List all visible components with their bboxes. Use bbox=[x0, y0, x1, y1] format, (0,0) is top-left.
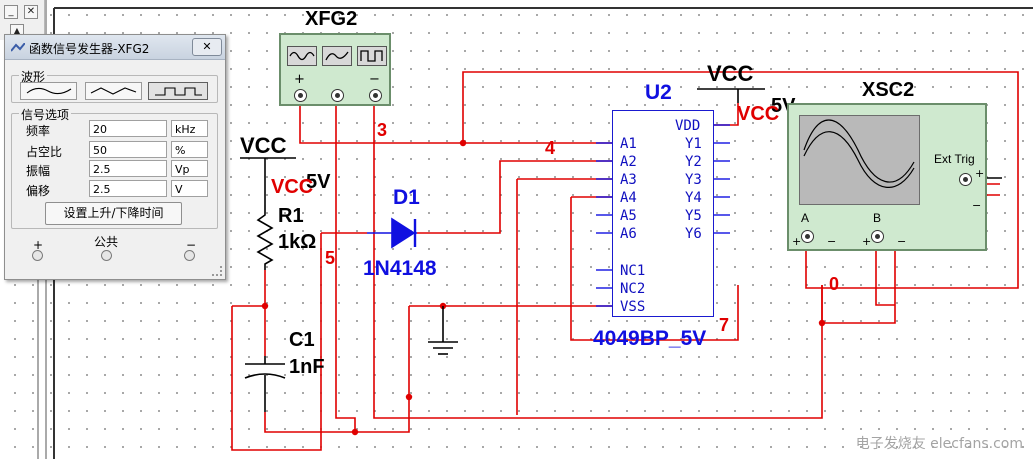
net-label-3: 3 bbox=[377, 120, 388, 140]
rise-fall-time-button[interactable]: 设置上升/下降时间 bbox=[45, 202, 182, 225]
triangle-wave-button[interactable] bbox=[85, 82, 142, 100]
oscilloscope-trace-icon bbox=[803, 119, 915, 188]
u2-pin-a2: A2 bbox=[620, 154, 637, 170]
minus-terminal[interactable] bbox=[184, 250, 195, 261]
square-wave-icon bbox=[360, 50, 383, 62]
net-label-5: 5 bbox=[325, 248, 336, 268]
u2-pin-y1: Y1 bbox=[685, 136, 702, 152]
u2-ref: U2 bbox=[645, 81, 672, 104]
amplitude-input[interactable]: 2.5 bbox=[89, 160, 167, 177]
u2-pin-nc2: NC2 bbox=[620, 281, 646, 297]
frequency-unit[interactable]: kHz bbox=[171, 120, 208, 137]
channel-a-minus: − bbox=[827, 235, 837, 248]
minimize-button[interactable]: _ bbox=[4, 5, 18, 19]
triangle-wave-icon bbox=[90, 87, 137, 95]
d1-part: 1N4148 bbox=[363, 257, 437, 280]
u2-pin-a6: A6 bbox=[620, 226, 637, 242]
offset-label: 偏移 bbox=[26, 184, 51, 198]
u2-pin-a3: A3 bbox=[620, 172, 637, 188]
function-generator-window[interactable]: 函数信号发生器-XFG2 ✕ 波形 信号选项 频率 20 kHz 占空比 50 … bbox=[4, 34, 226, 280]
square-wave-icon bbox=[155, 87, 202, 96]
net-label-0: 0 bbox=[829, 274, 840, 294]
plus-terminal[interactable] bbox=[32, 250, 43, 261]
net-label-4: 4 bbox=[545, 138, 556, 158]
u2-pin-a4: A4 bbox=[620, 190, 637, 206]
xfg2-common-terminal[interactable] bbox=[331, 89, 344, 102]
xsc2-label: XSC2 bbox=[862, 79, 915, 101]
net-label-7: 7 bbox=[719, 315, 730, 335]
sine-wave-button[interactable] bbox=[20, 82, 77, 100]
vcc-left-label: VCC bbox=[240, 133, 287, 158]
xfg2-plus-sign: + bbox=[294, 72, 305, 87]
ext-trig-minus: − bbox=[972, 199, 982, 212]
u2-pin-y6: Y6 bbox=[685, 226, 702, 242]
u2-pin-a1: A1 bbox=[620, 136, 637, 152]
watermark: 电子发烧友 elecfans.com bbox=[855, 436, 1023, 452]
ext-trig-plus: + bbox=[975, 167, 985, 180]
xfg2-minus-sign: − bbox=[369, 72, 380, 87]
c1-value: 1nF bbox=[289, 356, 325, 378]
sine-wave-icon bbox=[289, 51, 315, 61]
xfg2-plus-terminal[interactable] bbox=[294, 89, 307, 102]
sine-wave-icon bbox=[26, 87, 72, 95]
channel-a-plus: + bbox=[792, 235, 802, 248]
u2-pin-y3: Y3 bbox=[685, 172, 702, 188]
signal-options-label: 信号选项 bbox=[19, 106, 72, 123]
frequency-input[interactable]: 20 bbox=[89, 120, 167, 137]
duty-cycle-label: 占空比 bbox=[26, 145, 63, 159]
window-close-button[interactable]: ✕ bbox=[192, 38, 222, 56]
close-button[interactable]: ✕ bbox=[24, 5, 38, 19]
vcc-left-net: VCC bbox=[271, 176, 314, 198]
u2-pin-vss: VSS bbox=[620, 299, 646, 315]
oscilloscope-screen bbox=[799, 115, 920, 205]
channel-b-label: B bbox=[873, 211, 882, 225]
r1-value: 1kΩ bbox=[278, 231, 317, 253]
xfg2-square-button[interactable] bbox=[357, 46, 387, 66]
u2-chip[interactable]: A1 A2 A3 A4 A5 A6 NC1 NC2 VSS VDD Y1 Y2 … bbox=[612, 110, 714, 317]
resize-grip-icon bbox=[212, 266, 222, 276]
generator-icon bbox=[10, 42, 26, 52]
xfg2-triangle-button[interactable] bbox=[322, 46, 352, 66]
xfg2-minus-terminal[interactable] bbox=[369, 89, 382, 102]
u2-pin-y2: Y2 bbox=[685, 154, 702, 170]
window-title: 函数信号发生器-XFG2 bbox=[29, 42, 150, 56]
r1-ref: R1 bbox=[278, 205, 304, 227]
vcc-right-label: VCC bbox=[707, 61, 754, 86]
channel-b-terminal[interactable] bbox=[871, 230, 884, 243]
u2-pin-a5: A5 bbox=[620, 208, 637, 224]
ext-trig-terminal[interactable] bbox=[959, 173, 972, 186]
duty-cycle-unit[interactable]: % bbox=[171, 141, 208, 158]
offset-input[interactable]: 2.5 bbox=[89, 180, 167, 197]
amplitude-unit[interactable]: Vp bbox=[171, 160, 208, 177]
square-wave-button[interactable] bbox=[148, 82, 208, 100]
xfg2-instrument[interactable]: + − bbox=[279, 33, 391, 106]
u2-pin-y5: Y5 bbox=[685, 208, 702, 224]
channel-b-plus: + bbox=[862, 235, 872, 248]
offset-unit[interactable]: V bbox=[171, 180, 208, 197]
channel-a-terminal[interactable] bbox=[801, 230, 814, 243]
channel-b-minus: − bbox=[897, 235, 907, 248]
xfg2-sine-button[interactable] bbox=[287, 46, 317, 66]
u2-pin-nc1: NC1 bbox=[620, 263, 646, 279]
frequency-label: 频率 bbox=[26, 124, 51, 138]
xsc2-instrument[interactable]: Ext Trig + − A B + − + − bbox=[787, 103, 987, 251]
u2-pin-y4: Y4 bbox=[685, 190, 702, 206]
amplitude-label: 振幅 bbox=[26, 164, 51, 178]
ext-trig-label: Ext Trig bbox=[934, 152, 975, 166]
window-titlebar[interactable]: 函数信号发生器-XFG2 ✕ bbox=[5, 35, 225, 60]
wave-icon bbox=[325, 51, 349, 61]
c1-ref: C1 bbox=[289, 329, 315, 351]
u2-part: 4049BP_5V bbox=[593, 327, 707, 350]
duty-cycle-input[interactable]: 50 bbox=[89, 141, 167, 158]
xfg2-label: XFG2 bbox=[305, 8, 358, 30]
d1-ref: D1 bbox=[393, 186, 420, 209]
vcc-right-net: VCC bbox=[737, 103, 780, 125]
u2-pin-vdd: VDD bbox=[675, 118, 701, 134]
channel-a-label: A bbox=[801, 211, 810, 225]
common-terminal[interactable] bbox=[101, 250, 112, 261]
common-terminal-label: 公共 bbox=[94, 235, 119, 249]
